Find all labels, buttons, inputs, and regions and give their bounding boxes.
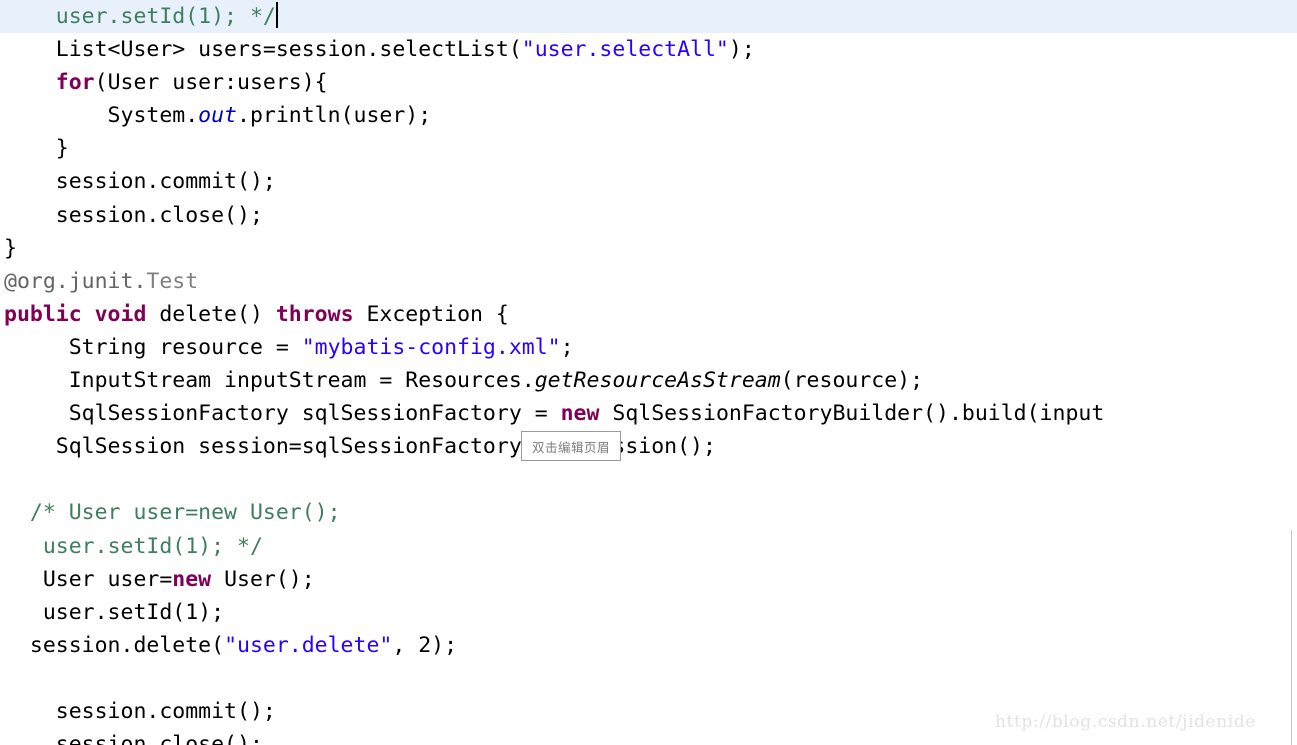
code-token-string: "mybatis-config.xml": [301, 334, 561, 360]
code-token-plain: InputStream inputStream = Resources.: [4, 368, 535, 394]
text-caret: [275, 2, 278, 28]
code-token-plain: List<User> users=session.selectList(: [4, 37, 522, 63]
edit-header-tooltip: 双击编辑页眉: [521, 431, 621, 461]
code-line[interactable]: session.commit();: [0, 165, 1297, 198]
code-token-plain: );: [728, 37, 755, 63]
code-token-plain: String resource =: [4, 334, 302, 360]
code-token-plain: SqlSessionFactoryBuilder().build(input: [599, 401, 1105, 427]
code-token-keyword: public void: [4, 301, 147, 327]
code-token-annotation-name: Test: [146, 268, 199, 294]
code-token-keyword: throws: [275, 301, 354, 327]
code-line[interactable]: public void delete() throws Exception {: [0, 298, 1297, 331]
code-token-comment: user.setId(1); */: [42, 533, 263, 559]
code-line[interactable]: user.setId(1); */: [0, 530, 1297, 563]
code-line[interactable]: String resource = "mybatis-config.xml";: [0, 331, 1297, 364]
code-token-annotation: @org.junit.: [4, 268, 147, 294]
code-line[interactable]: System.out.println(user);: [0, 99, 1297, 132]
code-token-plain: delete(): [146, 301, 276, 327]
code-token-plain: User();: [211, 566, 315, 592]
code-token-plain: (User user:users){: [94, 70, 328, 96]
code-token-static-method: getResourceAsStream: [534, 368, 781, 394]
code-line[interactable]: @org.junit.Test: [0, 265, 1297, 298]
code-line[interactable]: List<User> users=session.selectList("use…: [0, 33, 1297, 66]
code-token-string: "user.delete": [224, 632, 393, 658]
code-token-plain: SqlSessionFactory sqlSessionFactory =: [4, 401, 561, 427]
code-token-comment: user.setId(1); */: [55, 4, 276, 29]
code-line[interactable]: user.setId(1);: [0, 596, 1297, 629]
code-token-plain: session.commit();: [4, 698, 276, 724]
code-token-plain: System.: [4, 103, 199, 129]
code-token-plain: session.delete(: [4, 632, 225, 658]
code-token-keyword: new: [560, 401, 600, 427]
code-line[interactable]: }: [0, 232, 1297, 265]
code-token-string: "user.selectAll": [521, 37, 729, 63]
code-line[interactable]: [0, 662, 1297, 695]
code-token-plain: Exception {: [353, 301, 509, 327]
code-line[interactable]: SqlSession session=sqlSessionFactory.ope…: [0, 430, 1297, 463]
edit-header-tooltip-label: 双击编辑页眉: [531, 439, 610, 455]
code-editor-surface[interactable]: user.setId(1); */ List<User> users=sessi…: [0, 0, 1297, 745]
code-token-plain: session.close();: [4, 732, 263, 745]
code-line[interactable]: [0, 463, 1297, 496]
blog-url-watermark: http://blog.csdn.net/jidenide: [995, 712, 1256, 732]
code-token-plain: user.setId(1);: [4, 599, 225, 625]
code-line[interactable]: session.delete("user.delete", 2);: [0, 629, 1297, 662]
code-line[interactable]: user.setId(1); */: [0, 0, 1297, 34]
code-token-plain: User user=: [4, 566, 173, 592]
code-line[interactable]: session.close();: [0, 199, 1297, 232]
code-token-plain: (resource);: [780, 368, 924, 394]
code-token-plain: session.close();: [4, 202, 263, 228]
code-line[interactable]: for(User user:users){: [0, 66, 1297, 99]
code-token-plain: , 2);: [392, 632, 458, 658]
code-line[interactable]: SqlSessionFactory sqlSessionFactory = ne…: [0, 397, 1297, 430]
code-token-plain: }: [4, 136, 69, 162]
code-line[interactable]: User user=new User();: [0, 563, 1297, 596]
code-line[interactable]: }: [0, 132, 1297, 165]
code-token-plain: .println(user);: [237, 103, 432, 129]
code-token-plain: session.commit();: [4, 169, 276, 195]
code-token-plain: }: [4, 235, 17, 261]
code-token-static-field: out: [198, 103, 238, 129]
code-line[interactable]: /* User user=new User();: [0, 496, 1297, 529]
code-token-keyword: for: [55, 70, 95, 96]
code-token-plain: ;: [560, 334, 574, 360]
page-edge-divider: [1291, 530, 1292, 745]
code-line[interactable]: InputStream inputStream = Resources.getR…: [0, 364, 1297, 397]
code-token-keyword: new: [172, 566, 212, 592]
code-token-comment: /* User user=new User();: [29, 500, 341, 526]
